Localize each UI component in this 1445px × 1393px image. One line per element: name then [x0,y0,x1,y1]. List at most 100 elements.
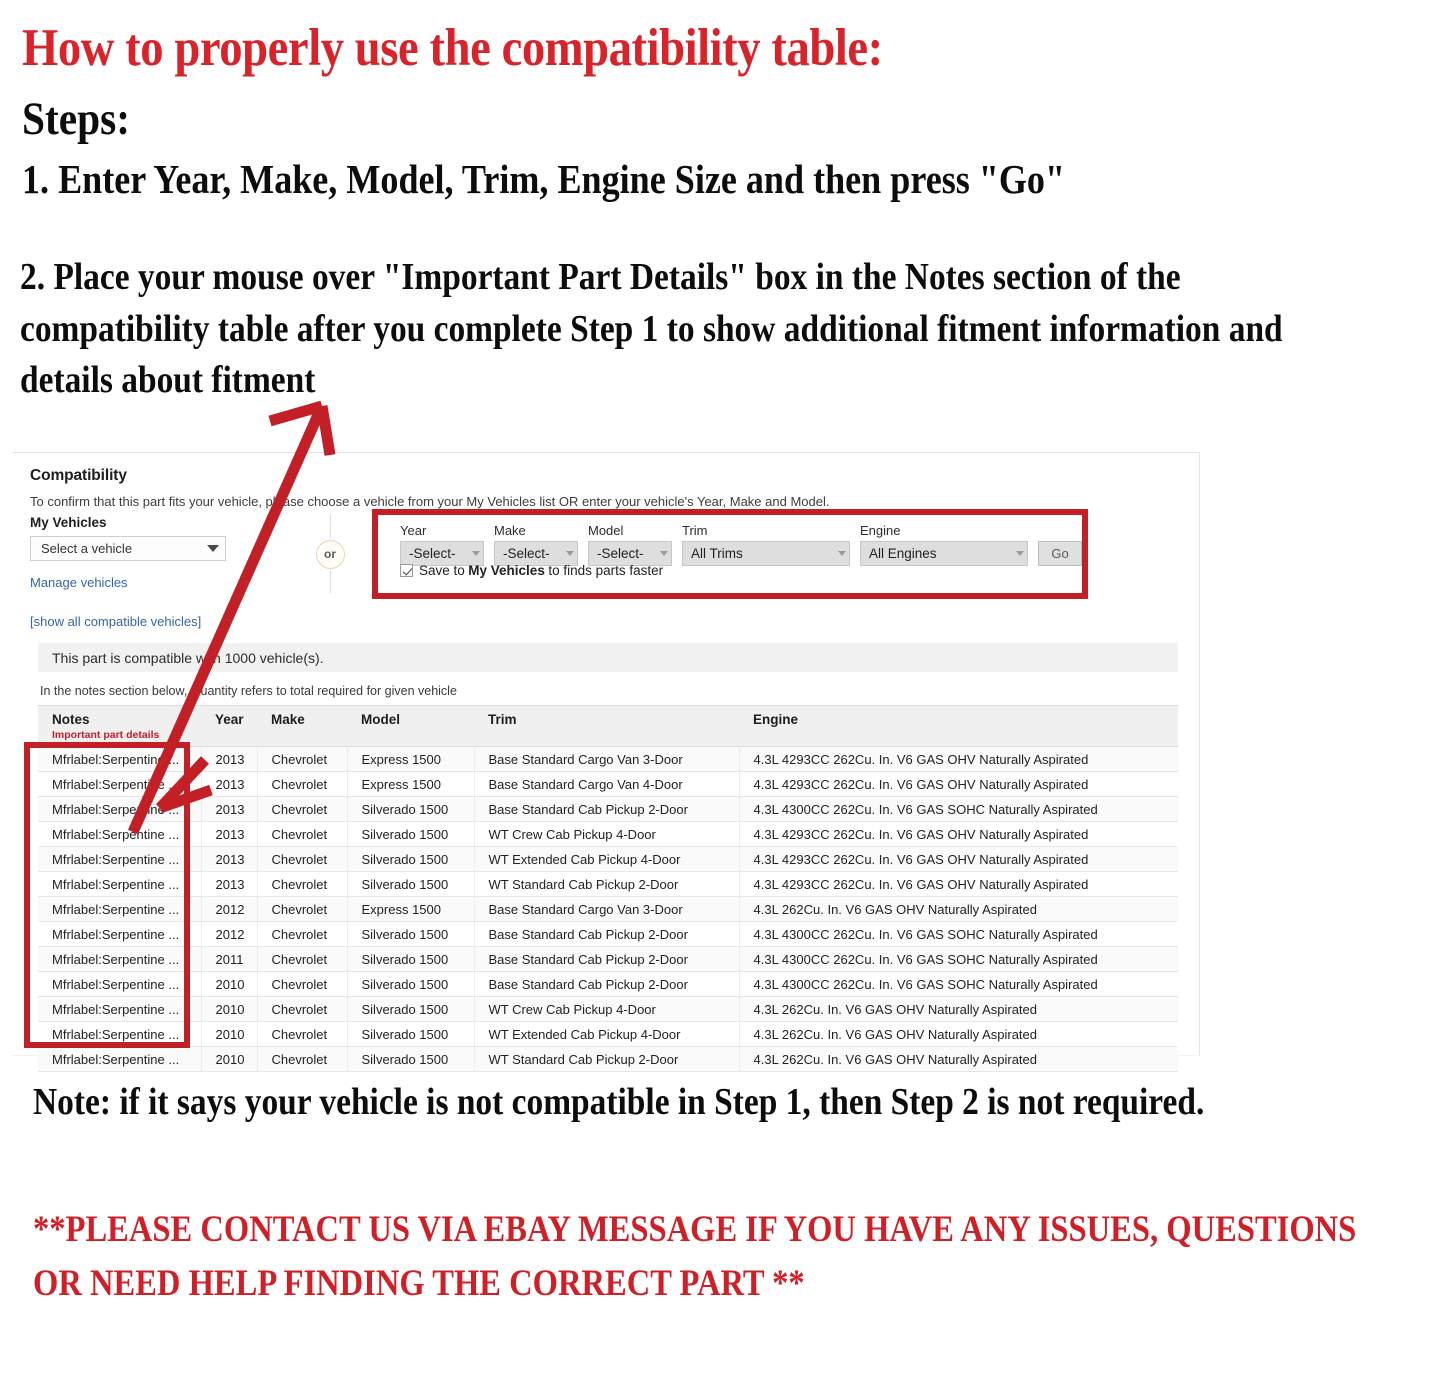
table-cell-engine: 4.3L 4300CC 262Cu. In. V6 GAS SOHC Natur… [739,796,1178,822]
table-row: Mfrlabel:Serpentine ... 2013 Chevrolet Silv… [38,846,1178,872]
table-cell-engine: 4.3L 4293CC 262Cu. In. V6 GAS OHV Natura… [739,871,1178,897]
make-label: Make [494,523,526,538]
vehicle-finder-highlight-box: Year -Select- Make -Select- Model -Selec… [372,509,1088,599]
table-row: Mfrlabel:Serpentine ... 2012 Chevrolet Silv… [38,921,1178,947]
save-to-my-vehicles-row[interactable]: Save to My Vehicles to finds parts faste… [400,563,663,578]
table-cell-make: Chevrolet [257,971,348,997]
table-cell-engine: 4.3L 4293CC 262Cu. In. V6 GAS OHV Natura… [739,821,1178,847]
table-row: Mfrlabel:Serpentine ... 2010 Chevrolet Silv… [38,996,1178,1022]
steps-label: Steps: [22,93,131,145]
engine-select[interactable]: All Engines [860,541,1028,566]
table-cell-make: Chevrolet [257,846,348,872]
table-cell-notes[interactable]: Mfrlabel:Serpentine ... [38,871,202,897]
quantity-note: In the notes section below, Quantity ref… [40,684,457,698]
table-cell-notes[interactable]: Mfrlabel:Serpentine ... [38,896,202,922]
table-cell-make: Chevrolet [257,871,348,897]
save-bold-text: My Vehicles [468,563,545,578]
chevron-down-icon [1016,551,1024,556]
table-cell-notes[interactable]: Mfrlabel:Serpentine ... [38,996,202,1022]
table-cell-model: Silverado 1500 [347,846,475,872]
table-cell-model: Express 1500 [347,771,475,797]
model-value: -Select- [597,546,644,561]
table-cell-model: Silverado 1500 [347,1021,475,1047]
table-cell-notes[interactable]: Mfrlabel:Serpentine ... [38,946,202,972]
column-header-notes[interactable]: Notes Important part details [38,705,201,747]
chevron-down-icon [838,551,846,556]
table-cell-model: Silverado 1500 [347,971,475,997]
save-prefix-text: Save to [419,563,465,578]
table-cell-year: 2013 [201,746,258,772]
table-cell-notes[interactable]: Mfrlabel:Serpentine ... [38,1046,202,1072]
column-header-year[interactable]: Year [201,705,257,747]
table-cell-year: 2013 [201,846,258,872]
table-cell-make: Chevrolet [257,821,348,847]
fitment-table: Notes Important part details Year Make M… [38,705,1178,1072]
arrowhead-barb-right [316,405,336,456]
table-cell-engine: 4.3L 262Cu. In. V6 GAS OHV Naturally Asp… [739,1046,1178,1072]
save-to-my-vehicles-checkbox[interactable] [400,564,413,577]
table-cell-engine: 4.3L 262Cu. In. V6 GAS OHV Naturally Asp… [739,996,1178,1022]
column-header-trim[interactable]: Trim [474,705,739,747]
column-header-model[interactable]: Model [347,705,474,747]
manage-vehicles-link[interactable]: Manage vehicles [30,575,280,590]
table-cell-engine: 4.3L 262Cu. In. V6 GAS OHV Naturally Asp… [739,896,1178,922]
or-separator: or [312,515,348,593]
compatibility-subtitle: To confirm that this part fits your vehi… [30,494,830,509]
trim-select[interactable]: All Trims [682,541,850,566]
show-all-compatible-vehicles-link[interactable]: [show all compatible vehicles] [30,614,280,629]
table-row: Mfrlabel:Serpentine ... 2013 Chevrolet Silv… [38,871,1178,897]
model-label: Model [588,523,624,538]
table-cell-model: Silverado 1500 [347,946,475,972]
arrowhead-barb-left [268,400,324,427]
table-cell-notes[interactable]: Mfrlabel:Serpentine ... [38,771,202,797]
year-value: -Select- [409,546,456,561]
table-cell-model: Silverado 1500 [347,821,475,847]
table-cell-make: Chevrolet [257,771,348,797]
column-header-engine[interactable]: Engine [739,705,1178,747]
table-row: Mfrlabel:Serpentine ... 2013 Chevrolet Silv… [38,796,1178,822]
table-cell-model: Silverado 1500 [347,1046,475,1072]
table-cell-engine: 4.3L 4293CC 262Cu. In. V6 GAS OHV Natura… [739,771,1178,797]
table-cell-notes[interactable]: Mfrlabel:Serpentine ... [38,1021,202,1047]
step-two-text: 2. Place your mouse over "Important Part… [20,256,1283,402]
engine-label: Engine [860,523,901,538]
table-cell-make: Chevrolet [257,896,348,922]
table-cell-year: 2010 [201,971,258,997]
table-cell-notes[interactable]: Mfrlabel:Serpentine ... [38,846,202,872]
chevron-down-icon [472,551,480,556]
table-cell-notes[interactable]: Mfrlabel:Serpentine ... [38,921,202,947]
table-row: Mfrlabel:Serpentine ... 2011 Chevrolet Silv… [38,946,1178,972]
table-cell-make: Chevrolet [257,746,348,772]
compatible-count-banner: This part is compatible with 1000 vehicl… [38,643,1178,672]
table-cell-model: Silverado 1500 [347,796,475,822]
year-field-group: Year -Select- [400,523,484,566]
table-cell-notes[interactable]: Mfrlabel:Serpentine ... [38,821,202,847]
table-row: Mfrlabel:Serpentine ... 2010 Chevrolet Silv… [38,971,1178,997]
table-cell-model: Silverado 1500 [347,871,475,897]
table-cell-trim: Base Standard Cab Pickup 2-Door [474,971,740,997]
table-cell-engine: 4.3L 4300CC 262Cu. In. V6 GAS SOHC Natur… [739,971,1178,997]
table-cell-trim: Base Standard Cargo Van 3-Door [474,896,740,922]
table-cell-engine: 4.3L 262Cu. In. V6 GAS OHV Naturally Asp… [739,1021,1178,1047]
table-cell-model: Express 1500 [347,746,475,772]
table-cell-model: Silverado 1500 [347,996,475,1022]
vehicle-select-dropdown[interactable]: Select a vehicle [30,536,226,561]
or-badge: or [315,539,345,569]
table-cell-notes[interactable]: Mfrlabel:Serpentine ... [38,796,202,822]
table-cell-year: 2010 [201,1021,258,1047]
go-button[interactable]: Go [1038,541,1082,566]
fitment-table-body: Mfrlabel:Serpentine ... 2013 Chevrolet Expr… [38,746,1178,1072]
trim-field-group: Trim All Trims [682,523,850,566]
table-cell-year: 2010 [201,996,258,1022]
table-cell-model: Express 1500 [347,896,475,922]
table-cell-year: 2013 [201,796,258,822]
table-cell-notes[interactable]: Mfrlabel:Serpentine ... [38,971,202,997]
table-cell-trim: Base Standard Cargo Van 3-Door [474,746,740,772]
vehicle-finder-form: Year -Select- Make -Select- Model -Selec… [378,515,1082,566]
table-cell-year: 2012 [201,896,258,922]
year-label: Year [400,523,427,538]
table-cell-make: Chevrolet [257,946,348,972]
table-row: Mfrlabel:Serpentine ... 2010 Chevrolet Silv… [38,1021,1178,1047]
column-header-make[interactable]: Make [257,705,347,747]
table-cell-notes[interactable]: Mfrlabel:Serpentine ... [38,746,202,772]
